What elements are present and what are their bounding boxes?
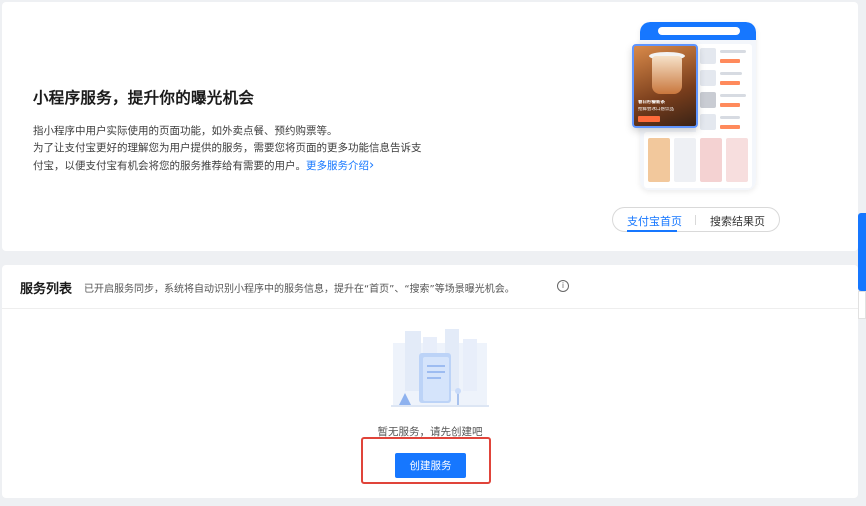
chevron-right-icon: › [369,158,375,173]
preview-toggle: 支付宝首页 搜索结果页 [612,207,780,232]
intro-description: 指小程序中用户实际使用的页面功能，如外卖点餐、预约购票等。 为了让支付宝更好的理… [33,123,429,175]
product-row [700,114,748,132]
promo-tag [638,116,660,122]
service-list-header: 服务列表 已开启服务同步，系统将自动识别小程序中的服务信息，提升在“首页”、“搜… [2,265,858,309]
promo-card: 春日柠檬新茶 抢鲜尝冰口感饮品 [632,44,698,128]
product-row [700,48,748,66]
search-bar-mock [658,27,740,35]
intro-desc-line1: 指小程序中用户实际使用的页面功能，如外卖点餐、预约购票等。 [33,125,338,137]
product-tile [648,138,670,182]
create-service-button[interactable]: 创建服务 [395,453,466,478]
info-icon[interactable]: i [557,280,569,292]
more-services-link[interactable]: 更多服务介绍› [306,158,375,173]
product-tile [726,138,748,182]
divider [695,215,696,225]
promo-title: 春日柠檬新茶 [638,100,665,105]
service-list-card: 服务列表 已开启服务同步，系统将自动识别小程序中的服务信息，提升在“首页”、“搜… [2,265,858,498]
product-row [700,92,748,110]
side-floating-tab[interactable] [858,213,866,291]
product-row [700,70,748,88]
intro-title: 小程序服务，提升你的曝光机会 [33,89,255,107]
product-tile [674,138,696,182]
product-tile [700,138,722,182]
phone-product-grid [644,132,752,188]
empty-state-illustration [391,329,489,407]
phone-header [640,22,756,40]
side-floating-tab-secondary[interactable] [858,291,866,319]
phone-product-list [696,44,752,136]
service-list-description: 已开启服务同步，系统将自动识别小程序中的服务信息，提升在“首页”、“搜索”等场景… [84,284,515,295]
promo-subtitle: 抢鲜尝冰口感饮品 [638,107,674,112]
drink-image [652,56,682,94]
service-list-title: 服务列表 [20,282,73,297]
tab-alipay-home[interactable]: 支付宝首页 [627,213,682,229]
tab-search-results[interactable]: 搜索结果页 [710,213,765,229]
active-tab-indicator [627,230,677,232]
